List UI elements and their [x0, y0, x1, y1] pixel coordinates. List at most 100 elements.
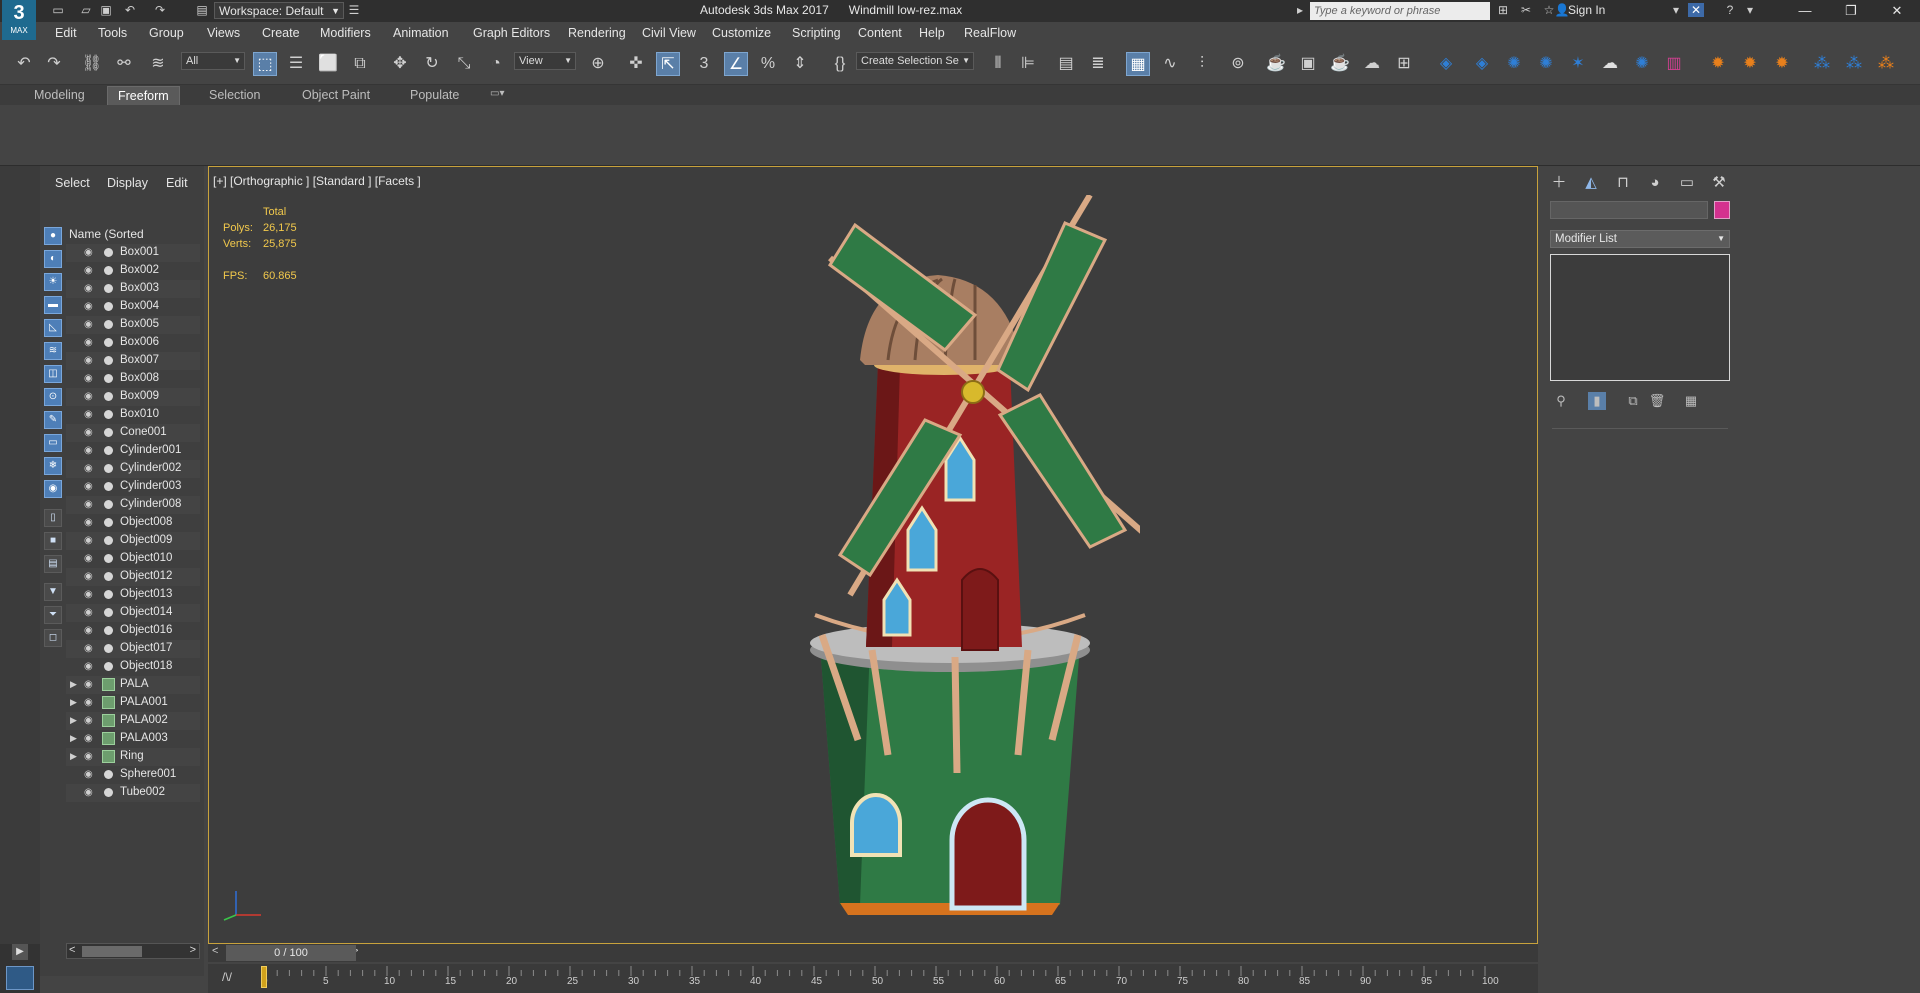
select-and-rotate-icon[interactable]: ↻: [420, 52, 444, 76]
undo-icon[interactable]: ↶: [12, 52, 36, 76]
display-frozen-icon[interactable]: ◉: [44, 480, 62, 498]
realflow-render-icon[interactable]: ⁂: [1874, 52, 1898, 76]
communication-center-icon[interactable]: ✂: [1518, 3, 1534, 17]
visibility-eye-icon[interactable]: ◉: [84, 373, 93, 385]
render-production-icon[interactable]: ☕: [1328, 52, 1352, 76]
scene-object-row[interactable]: ◉ Cone001: [66, 424, 200, 442]
scene-object-row[interactable]: ◉ Box008: [66, 370, 200, 388]
display-groups-icon[interactable]: ◫: [44, 365, 62, 383]
menu-animation[interactable]: Animation: [393, 26, 449, 40]
layer-filter-icon[interactable]: ▼: [44, 583, 62, 601]
tab-modeling[interactable]: Modeling: [34, 88, 85, 102]
display-xrefs-icon[interactable]: ⊙: [44, 388, 62, 406]
menu-tools[interactable]: Tools: [98, 26, 127, 40]
selection-set-icon[interactable]: ◻: [44, 629, 62, 647]
display-containers-icon[interactable]: ▭: [44, 434, 62, 452]
scene-explorer-tab-display[interactable]: Display: [107, 176, 148, 190]
bind-to-space-warp-icon[interactable]: ≋: [146, 52, 170, 76]
curve-editor-icon[interactable]: ∿: [1158, 52, 1182, 76]
visibility-eye-icon[interactable]: ◉: [84, 769, 93, 781]
redo-icon[interactable]: ↷: [42, 52, 66, 76]
select-object-icon[interactable]: ⬚: [253, 52, 277, 76]
scene-explorer-name-column-header[interactable]: Name (Sorted Ascending): [66, 225, 203, 259]
hierarchy-tab-icon[interactable]: ⊓: [1612, 172, 1634, 194]
scene-object-row[interactable]: ◉ Box003: [66, 280, 200, 298]
scene-object-row[interactable]: ◉ Object013: [66, 586, 200, 604]
show-end-result-icon[interactable]: ▮: [1588, 392, 1606, 410]
visibility-eye-icon[interactable]: ◉: [84, 337, 93, 349]
phoenix-liquid-icon[interactable]: ✺: [1534, 52, 1558, 76]
time-slider-prev-icon[interactable]: <: [212, 945, 218, 957]
minimize-window-icon[interactable]: —: [1790, 2, 1820, 20]
phoenix-particles-icon[interactable]: ✶: [1566, 52, 1590, 76]
visibility-eye-icon[interactable]: ◉: [84, 535, 93, 547]
expand-panel-icon[interactable]: ▶: [12, 944, 28, 960]
display-space-warps-icon[interactable]: ≋: [44, 342, 62, 360]
project-folder-icon[interactable]: ▤: [194, 3, 210, 17]
phoenix-simulator-icon[interactable]: ✺: [1502, 52, 1526, 76]
display-none-icon[interactable]: ▤: [44, 555, 62, 573]
visibility-eye-icon[interactable]: ◉: [84, 787, 93, 799]
remove-modifier-icon[interactable]: 🗑: [1648, 392, 1666, 410]
help-icon[interactable]: ?: [1722, 3, 1738, 17]
visibility-eye-icon[interactable]: ◉: [84, 319, 93, 331]
chevron-left-icon[interactable]: <: [69, 944, 75, 956]
scene-explorer-tab-select[interactable]: Select: [55, 176, 90, 190]
menu-modifiers[interactable]: Modifiers: [320, 26, 371, 40]
scene-object-row[interactable]: ▶ ◉ PALA002: [66, 712, 200, 730]
spinner-snap-icon[interactable]: ⇕: [788, 52, 812, 76]
rectangular-selection-icon[interactable]: ⬜: [316, 52, 340, 76]
workspace-dropdown[interactable]: Workspace: Default ▼: [214, 2, 344, 19]
toggle-ribbon-icon[interactable]: ▦: [1126, 52, 1150, 76]
visibility-eye-icon[interactable]: ◉: [84, 679, 93, 691]
phoenix-vdb-icon[interactable]: ◈: [1434, 52, 1458, 76]
close-window-icon[interactable]: ✕: [1882, 2, 1912, 20]
modifier-stack-list[interactable]: [1550, 254, 1730, 381]
menu-expand-icon[interactable]: ☰: [346, 3, 362, 17]
visibility-eye-icon[interactable]: ◉: [84, 751, 93, 763]
expand-arrow-icon[interactable]: ▶: [70, 751, 77, 762]
display-helpers-icon[interactable]: ◺: [44, 319, 62, 337]
scene-object-row[interactable]: ◉ Box002: [66, 262, 200, 280]
visibility-eye-icon[interactable]: ◉: [84, 391, 93, 403]
help-search-input[interactable]: Type a keyword or phrase: [1310, 2, 1490, 20]
scene-object-row[interactable]: ◉ Object014: [66, 604, 200, 622]
undo-icon[interactable]: ↶: [122, 3, 138, 17]
visibility-eye-icon[interactable]: ◉: [84, 553, 93, 565]
realflow-mesh-icon[interactable]: ⁂: [1842, 52, 1866, 76]
display-bones-icon[interactable]: ✎: [44, 411, 62, 429]
redo-icon[interactable]: ↷: [152, 3, 168, 17]
visibility-eye-icon[interactable]: ◉: [84, 283, 93, 295]
visibility-eye-icon[interactable]: ◉: [84, 643, 93, 655]
rendered-frame-window-icon[interactable]: ▣: [1296, 52, 1320, 76]
scene-object-row[interactable]: ◉ Box010: [66, 406, 200, 424]
ribbon-options-icon[interactable]: ▭▾: [490, 88, 504, 99]
visibility-eye-icon[interactable]: ◉: [84, 427, 93, 439]
modifier-list-dropdown[interactable]: Modifier List ▼: [1550, 230, 1730, 248]
app-logo[interactable]: 3 MAX: [2, 0, 36, 40]
display-cameras-icon[interactable]: ▬: [44, 296, 62, 314]
menu-edit[interactable]: Edit: [55, 26, 77, 40]
display-geometry-icon[interactable]: ●: [44, 227, 62, 245]
make-unique-icon[interactable]: ⧉: [1624, 392, 1642, 410]
time-slider-track[interactable]: < >: [208, 944, 1538, 962]
tab-selection[interactable]: Selection: [209, 88, 260, 102]
menu-realflow[interactable]: RealFlow: [964, 26, 1016, 40]
scene-object-row[interactable]: ◉ Box006: [66, 334, 200, 352]
realflow-domain-icon[interactable]: ✹: [1706, 52, 1730, 76]
visibility-eye-icon[interactable]: ◉: [84, 301, 93, 313]
keyboard-shortcut-override-icon[interactable]: ⇱: [656, 52, 680, 76]
align-icon[interactable]: ⊫: [1016, 52, 1040, 76]
display-children-icon[interactable]: ▯: [44, 509, 62, 527]
configure-modifier-sets-icon[interactable]: ▦: [1682, 392, 1700, 410]
binoculars-icon[interactable]: ⊞: [1495, 3, 1511, 17]
menu-create[interactable]: Create: [262, 26, 300, 40]
exchange-apps-icon[interactable]: ✕: [1688, 3, 1704, 17]
expand-arrow-icon[interactable]: ▶: [70, 697, 77, 708]
visibility-eye-icon[interactable]: ◉: [84, 409, 93, 421]
phoenix-foam-icon[interactable]: ✺: [1630, 52, 1654, 76]
create-tab-icon[interactable]: ＋: [1548, 172, 1570, 194]
display-shapes-icon[interactable]: ◐: [44, 250, 62, 268]
scene-object-row[interactable]: ◉ Sphere001: [66, 766, 200, 784]
expand-search-icon[interactable]: ▸: [1292, 3, 1308, 17]
